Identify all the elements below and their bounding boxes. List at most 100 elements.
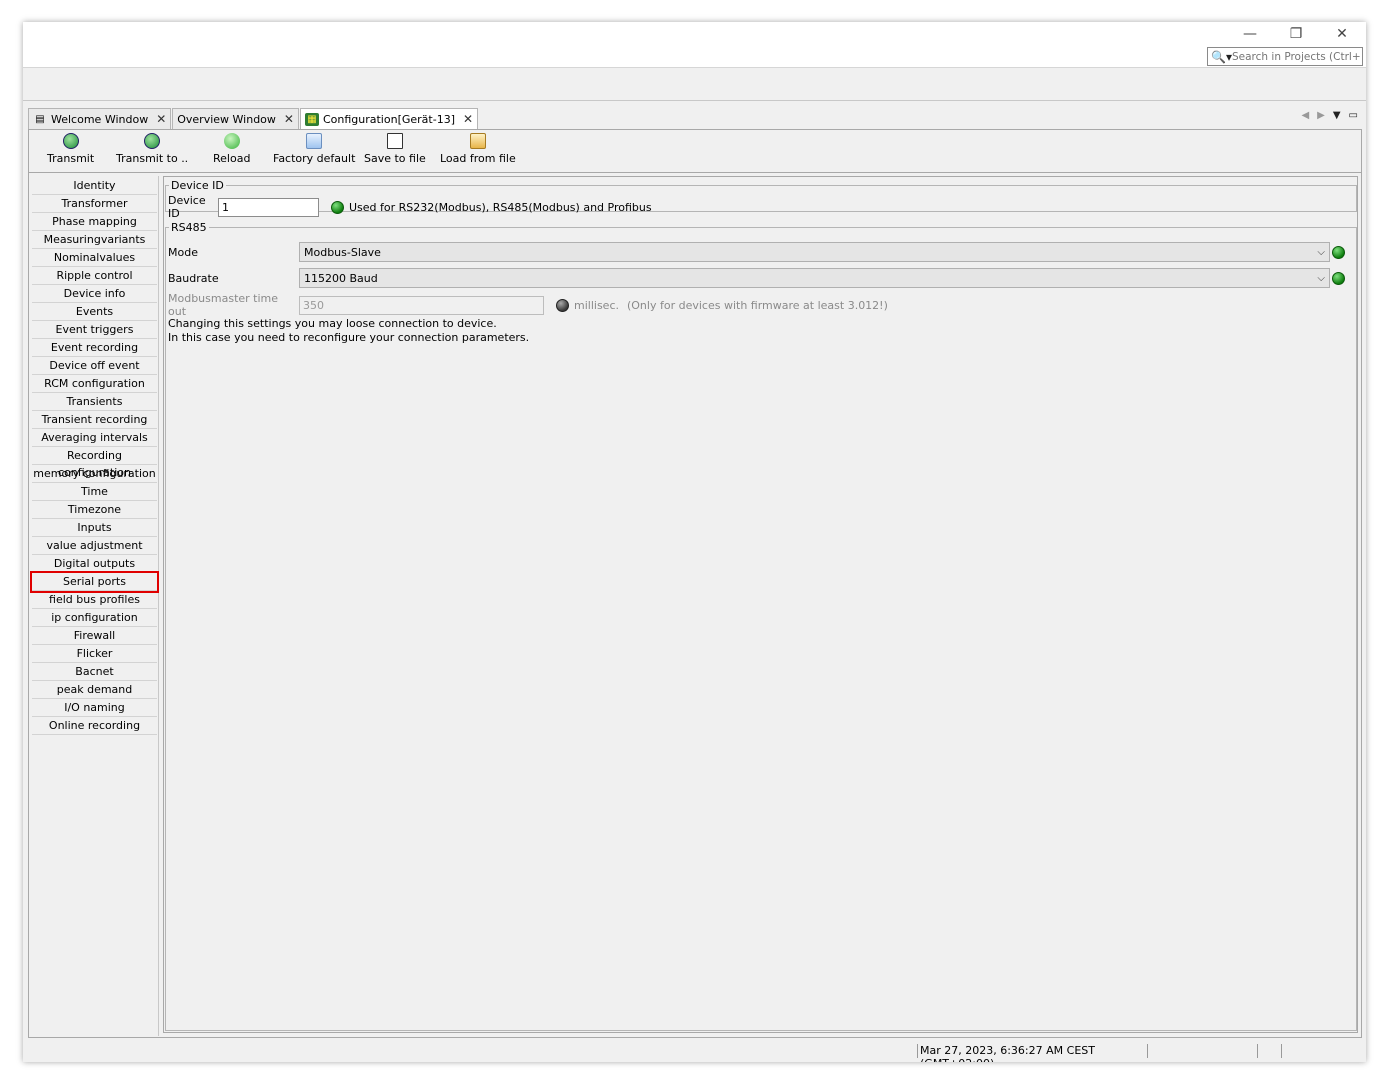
scroll-left-icon[interactable]: ◀ — [1301, 110, 1309, 121]
sidebar-item-phase-mapping[interactable]: Phase mapping — [32, 213, 157, 231]
baudrate-value: 115200 Baud — [304, 271, 378, 285]
save-to-file-label: Save to file — [364, 152, 426, 165]
close-tab-icon[interactable]: ✕ — [463, 112, 473, 126]
chevron-down-icon: ⌵ — [1317, 246, 1325, 258]
mode-select[interactable]: Modbus-Slave ⌵ — [299, 242, 1330, 262]
sidebar-divider — [158, 176, 159, 1036]
toolbar: Transmit Transmit to .. Reload Factory d… — [29, 130, 1361, 173]
transmit-to-label: Transmit to .. — [116, 152, 189, 165]
restore-icon[interactable]: ❐ — [1274, 24, 1318, 44]
reload-button[interactable]: Reload — [213, 133, 250, 165]
tab-label: Configuration[Gerät-13] — [322, 112, 455, 126]
serial-ports-settings: Device ID Device ID Used for RS232(Modbu… — [163, 176, 1358, 1033]
maximize-icon[interactable]: ▭ — [1349, 110, 1358, 121]
sidebar-item-value-adjustment[interactable]: value adjustment — [32, 537, 157, 555]
reload-label: Reload — [213, 152, 251, 165]
sidebar-item-events[interactable]: Events — [32, 303, 157, 321]
baudrate-select[interactable]: 115200 Baud ⌵ — [299, 268, 1330, 288]
tab-label: Overview Window — [177, 112, 276, 126]
sidebar-item-device-off-event[interactable]: Device off event — [32, 357, 157, 375]
timeout-unit: millisec. — [574, 298, 619, 312]
factory-default-icon — [306, 133, 323, 149]
sidebar-item-event-recording[interactable]: Event recording — [32, 339, 157, 357]
mode-value: Modbus-Slave — [304, 245, 381, 259]
factory-default-button[interactable]: Factory default — [273, 133, 355, 165]
sidebar-item-bacnet[interactable]: Bacnet — [32, 663, 157, 681]
sidebar-item-rcm-configuration[interactable]: RCM configuration — [32, 375, 157, 393]
menu-bar — [23, 69, 1366, 101]
tab-label: Welcome Window — [51, 112, 149, 126]
sidebar-item-measuringvariants[interactable]: Measuringvariants — [32, 231, 157, 249]
factory-default-label: Factory default — [273, 152, 356, 165]
sidebar-item-recording-configuration[interactable]: Recording configuration — [32, 447, 157, 479]
sidebar-item-averaging-intervals[interactable]: Averaging intervals — [32, 429, 157, 447]
device-id-label: Device ID — [168, 194, 206, 220]
warning-line-2: In this case you need to reconfigure you… — [168, 331, 530, 344]
close-tab-icon[interactable]: ✕ — [284, 112, 294, 126]
transmit-to-button[interactable]: Transmit to .. — [116, 133, 188, 165]
tab-overview-window[interactable]: Overview Window ✕ — [172, 108, 299, 129]
sidebar-item-firewall[interactable]: Firewall — [32, 627, 157, 645]
sidebar-item-timezone[interactable]: Timezone — [32, 501, 157, 519]
device-id-legend: Device ID — [171, 179, 224, 192]
title-bar: — ❐ ✕ 🔍▾ — [23, 22, 1366, 68]
close-icon[interactable]: ✕ — [1320, 24, 1364, 44]
save-to-file-button[interactable]: Save to file — [364, 133, 426, 165]
search-icon[interactable]: 🔍▾ — [1208, 50, 1232, 64]
tab-list-dropdown-icon[interactable]: ▼ — [1333, 110, 1341, 121]
transmit-button[interactable]: Transmit — [47, 133, 94, 165]
timeout-note: (Only for devices with firmware at least… — [626, 298, 888, 312]
sidebar-item-ripple-control[interactable]: Ripple control — [32, 267, 157, 285]
mode-status-led-icon — [1332, 245, 1345, 259]
timeout-status-led-icon — [556, 298, 569, 312]
baudrate-status-led-icon — [1332, 271, 1345, 285]
load-from-file-button[interactable]: Load from file — [440, 133, 516, 165]
document-icon: ▤ — [35, 113, 45, 125]
status-bar: Mar 27, 2023, 6:36:27 AM CEST (GMT+02:00… — [23, 1040, 1366, 1062]
transmit-icon — [62, 133, 79, 149]
sidebar-item-transient-recording[interactable]: Transient recording — [32, 411, 157, 429]
status-cell — [1147, 1044, 1257, 1058]
mode-label: Mode — [168, 245, 198, 259]
sidebar-item-ip-configuration[interactable]: ip configuration — [32, 609, 157, 627]
minimize-icon[interactable]: — — [1228, 24, 1272, 44]
sidebar-item-memory-configuration[interactable]: memory configuration — [32, 465, 157, 483]
search-projects-box[interactable]: 🔍▾ — [1207, 47, 1363, 66]
sidebar-item-time[interactable]: Time — [32, 483, 157, 501]
tab-configuration[interactable]: ▦ Configuration[Gerät-13] ✕ — [299, 108, 479, 129]
rs485-group: RS485 Mode Modbus-Slave ⌵ Baudrate 11520… — [165, 221, 1357, 1031]
device-id-input[interactable] — [218, 197, 319, 217]
sidebar-item-i-o-naming[interactable]: I/O naming — [32, 699, 157, 717]
sidebar-item-transformer[interactable]: Transformer — [32, 195, 157, 213]
device-id-note: Used for RS232(Modbus), RS485(Modbus) an… — [349, 200, 652, 214]
sidebar-item-peak-demand[interactable]: peak demand — [32, 681, 157, 699]
rs485-legend: RS485 — [171, 221, 207, 234]
close-tab-icon[interactable]: ✕ — [156, 112, 166, 126]
warning-line-1: Changing this settings you may loose con… — [168, 317, 497, 330]
scroll-right-icon[interactable]: ▶ — [1317, 110, 1325, 121]
sidebar-item-digital-outputs[interactable]: Digital outputs — [32, 555, 157, 573]
status-cell — [1257, 1044, 1281, 1058]
sidebar-item-online-recording[interactable]: Online recording — [32, 717, 157, 735]
sidebar-item-serial-ports[interactable]: Serial ports — [30, 571, 159, 593]
sidebar-item-identity[interactable]: Identity — [32, 177, 157, 195]
application-window: — ❐ ✕ 🔍▾ ▤ Welcome Window ✕ Overview Win… — [23, 22, 1366, 1062]
status-datetime: Mar 27, 2023, 6:36:27 AM CEST (GMT+02:00… — [917, 1044, 1147, 1062]
timeout-input[interactable] — [299, 295, 544, 315]
sidebar-item-field-bus-profiles[interactable]: field bus profiles — [32, 591, 157, 609]
save-icon — [386, 133, 403, 149]
sidebar-item-device-info[interactable]: Device info — [32, 285, 157, 303]
sidebar-item-transients[interactable]: Transients — [32, 393, 157, 411]
sidebar-item-event-triggers[interactable]: Event triggers — [32, 321, 157, 339]
sidebar-item-flicker[interactable]: Flicker — [32, 645, 157, 663]
status-cell — [1281, 1044, 1361, 1058]
search-projects-input[interactable] — [1232, 50, 1360, 63]
transmit-label: Transmit — [47, 152, 95, 165]
transmit-to-icon — [144, 133, 161, 149]
tab-welcome-window[interactable]: ▤ Welcome Window ✕ — [28, 108, 172, 129]
sidebar-item-nominalvalues[interactable]: Nominalvalues — [32, 249, 157, 267]
sidebar-item-inputs[interactable]: Inputs — [32, 519, 157, 537]
folder-open-icon — [469, 133, 486, 149]
device-id-group: Device ID Device ID Used for RS232(Modbu… — [165, 179, 1357, 220]
baudrate-label: Baudrate — [168, 271, 219, 285]
